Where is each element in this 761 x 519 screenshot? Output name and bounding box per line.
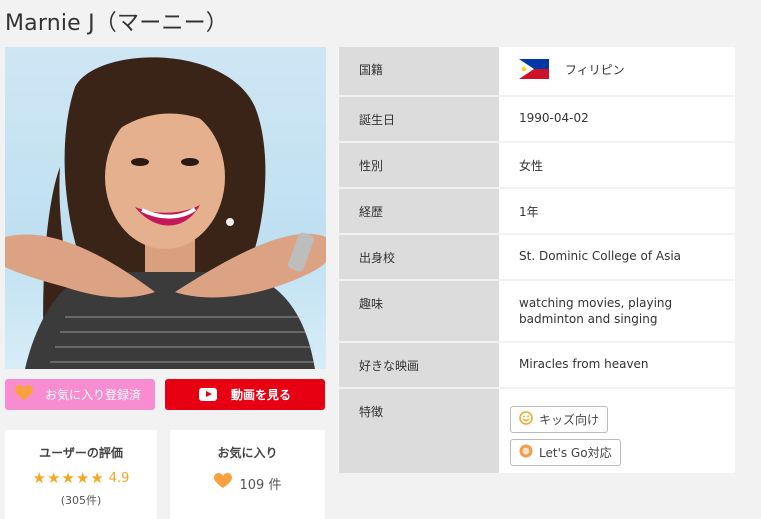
table-row: 好きな映画 Miracles from heaven [339,342,735,389]
heart-icon [213,473,232,493]
row-value: Miracles from heaven [499,342,735,389]
youtube-play-icon [198,388,217,401]
row-value: St. Dominic College of Asia [499,234,735,281]
row-value: watching movies, playing badminton and s… [499,280,735,343]
row-value: 女性 [499,142,735,189]
watch-video-label: 動画を見る [230,388,291,402]
rating-stars: ★ ★ ★ ★ ★ 4.9 [5,469,157,487]
tag-letsgo-label: Let's Go対応 [539,446,612,460]
favorites-title: お気に入り [217,446,278,460]
row-value: 1年 [499,188,735,235]
letsgo-icon [519,444,533,461]
profile-photo [5,47,326,369]
heart-icon [15,385,33,404]
profile-table: 国籍 フィリピン 誕生日 1990-04-02 性別 女性 経歴 1年 出身校 … [339,47,735,475]
tag-letsgo: Let's Go対応 [510,439,621,466]
row-key: 誕生日 [339,96,499,143]
rating-card: ユーザーの評価 ★ ★ ★ ★ ★ 4.9 (305件) [5,430,157,519]
star-icon: ★ [90,469,104,487]
favorites-card: お気に入り 109 件 [170,430,325,519]
row-value: キッズ向け Let's Go対応 [499,388,735,475]
table-row: 出身校 St. Dominic College of Asia [339,234,735,281]
row-key: 性別 [339,142,499,189]
star-icon: ★ [75,469,90,487]
row-key: 趣味 [339,280,499,343]
favorite-button[interactable]: お気に入り登録済 [5,379,155,410]
row-key: 国籍 [339,47,499,97]
star-icon: ★ [32,469,46,487]
page-title: Marnie J（マーニー） [5,11,228,36]
review-count: (305件) [60,494,102,507]
row-key: 特徴 [339,388,499,475]
rating-score: 4.9 [108,471,130,486]
tag-kids: キッズ向け [510,406,609,433]
table-row: 性別 女性 [339,142,735,189]
row-key: 出身校 [339,234,499,281]
tag-kids-label: キッズ向け [539,413,600,427]
table-row: 誕生日 1990-04-02 [339,96,735,143]
star-icon: ★ [61,469,75,487]
philippines-flag-icon [519,59,549,82]
table-row: 趣味 watching movies, playing badminton an… [339,280,735,343]
table-row: 特徴 キッズ向け Let's Go対応 [339,388,735,475]
favorites-count: 109 件 [239,477,282,493]
row-key: 好きな映画 [339,342,499,389]
favorite-button-label: お気に入り登録済 [45,388,142,402]
smile-icon [519,411,533,428]
row-value: 1990-04-02 [499,96,735,143]
table-row: 国籍 フィリピン [339,47,735,97]
rating-title: ユーザーの評価 [39,446,123,460]
row-key: 経歴 [339,188,499,235]
watch-video-button[interactable]: 動画を見る [165,379,325,410]
row-value: フィリピン [499,47,735,97]
nationality-value: フィリピン [564,63,625,77]
star-icon: ★ [46,469,61,487]
table-row: 経歴 1年 [339,188,735,235]
